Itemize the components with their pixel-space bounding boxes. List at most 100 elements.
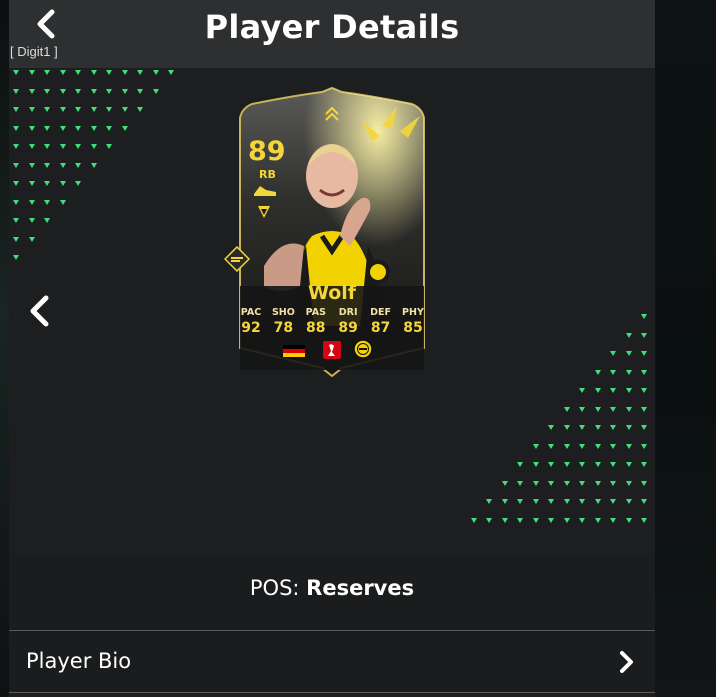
bundesliga-icon <box>323 341 341 359</box>
pattern-dot <box>13 107 19 112</box>
stat-pac: PAC 92 <box>237 307 265 336</box>
stats-row: PAC 92 SHO 78 PAS 88 DRI 89 DEF 87 PHY 8… <box>237 307 427 336</box>
pattern-dot <box>532 443 539 449</box>
pattern-dot <box>579 406 585 412</box>
stat-sho: SHO 78 <box>269 307 297 336</box>
pattern-dot <box>641 406 647 412</box>
pattern-dot <box>641 499 647 504</box>
pattern-dot <box>44 88 50 94</box>
pattern-dot <box>641 425 647 430</box>
pattern-dot <box>44 70 50 75</box>
stat-value: 78 <box>273 320 294 336</box>
pattern-dot <box>625 462 632 467</box>
pos-label: POS: <box>249 576 300 600</box>
stat-value: 87 <box>370 320 391 336</box>
pattern-dot <box>75 70 81 75</box>
pattern-dot <box>579 425 585 430</box>
pattern-dot <box>106 70 112 75</box>
pattern-dot <box>59 181 66 186</box>
player-name: Wolf <box>307 282 357 304</box>
pattern-dot <box>579 443 585 449</box>
pattern-dot <box>563 499 570 504</box>
pattern-dot <box>563 462 570 467</box>
stat-label: PAS <box>305 307 326 318</box>
back-button[interactable] <box>30 6 64 40</box>
pattern-dot <box>75 144 81 149</box>
pattern-dot <box>13 70 19 75</box>
pattern-dot <box>625 443 632 449</box>
pattern-dot <box>90 125 97 131</box>
previous-card-button[interactable] <box>20 290 58 332</box>
pattern-dot <box>486 499 492 504</box>
chevron-right-icon <box>620 651 633 673</box>
stat-def: DEF 87 <box>367 307 395 336</box>
pattern-dot <box>106 107 112 112</box>
pattern-dot <box>548 425 554 430</box>
pattern-dot <box>625 425 632 430</box>
pattern-dot <box>594 369 601 375</box>
pattern-dot <box>625 406 632 412</box>
pattern-dot <box>44 181 50 186</box>
pattern-dot <box>121 125 128 131</box>
pattern-dot <box>641 351 647 356</box>
stat-label: DEF <box>370 307 391 318</box>
pattern-dot <box>563 406 570 412</box>
pattern-dot <box>610 369 616 375</box>
pattern-dot <box>75 107 81 112</box>
pattern-dot <box>579 462 585 467</box>
pattern-dot <box>28 88 35 94</box>
pattern-dot <box>13 162 19 168</box>
pattern-dot <box>548 517 554 523</box>
pattern-dot <box>625 388 632 393</box>
pattern-dot <box>106 88 112 94</box>
pattern-dot <box>579 388 585 393</box>
pattern-dot <box>625 499 632 504</box>
pattern-dot <box>44 199 50 205</box>
pattern-dot <box>594 406 601 412</box>
player-bio-row[interactable]: Player Bio <box>9 631 655 693</box>
pattern-dot <box>59 199 66 205</box>
pattern-dot <box>106 144 112 149</box>
position-status: POS: Reserves <box>9 576 655 600</box>
pattern-dot <box>59 70 66 75</box>
pattern-dot <box>610 480 616 486</box>
pattern-dot <box>44 218 50 223</box>
pattern-dot <box>641 369 647 375</box>
pattern-dot <box>532 499 539 504</box>
pattern-dot <box>517 480 523 486</box>
pattern-dot <box>59 88 66 94</box>
pattern-dot <box>548 499 554 504</box>
pattern-dot <box>59 162 66 168</box>
pattern-dot <box>75 88 81 94</box>
pattern-dot <box>579 517 585 523</box>
pattern-dot <box>90 70 97 75</box>
pattern-dot <box>594 443 601 449</box>
pattern-dot <box>532 517 539 523</box>
pattern-dot <box>106 125 112 131</box>
pattern-dot <box>75 125 81 131</box>
pattern-dot <box>610 462 616 467</box>
page-title: Player Details <box>204 8 460 46</box>
pattern-dot <box>641 480 647 486</box>
pattern-dot <box>641 462 647 467</box>
pattern-dot <box>137 107 143 112</box>
stat-value: 85 <box>403 320 423 336</box>
pattern-dot <box>90 88 97 94</box>
pattern-dot <box>121 88 128 94</box>
pattern-dot <box>13 144 19 149</box>
pattern-dot <box>610 351 616 356</box>
pattern-dot <box>44 162 50 168</box>
pattern-dot <box>59 125 66 131</box>
pattern-dot <box>594 480 601 486</box>
stat-label: PHY <box>402 307 424 318</box>
pattern-dot <box>517 517 523 523</box>
player-card[interactable]: 89 RB Wolf PAC 92 SHO 78 PAS 88 DRI 89 D… <box>222 86 442 386</box>
pattern-dot <box>13 218 19 223</box>
pattern-dot <box>13 181 19 186</box>
pattern-dot <box>625 351 632 356</box>
pattern-dot <box>517 499 523 504</box>
pattern-dot <box>137 70 143 75</box>
pattern-dot <box>594 462 601 467</box>
pattern-dot <box>563 480 570 486</box>
pattern-dot <box>28 107 35 112</box>
